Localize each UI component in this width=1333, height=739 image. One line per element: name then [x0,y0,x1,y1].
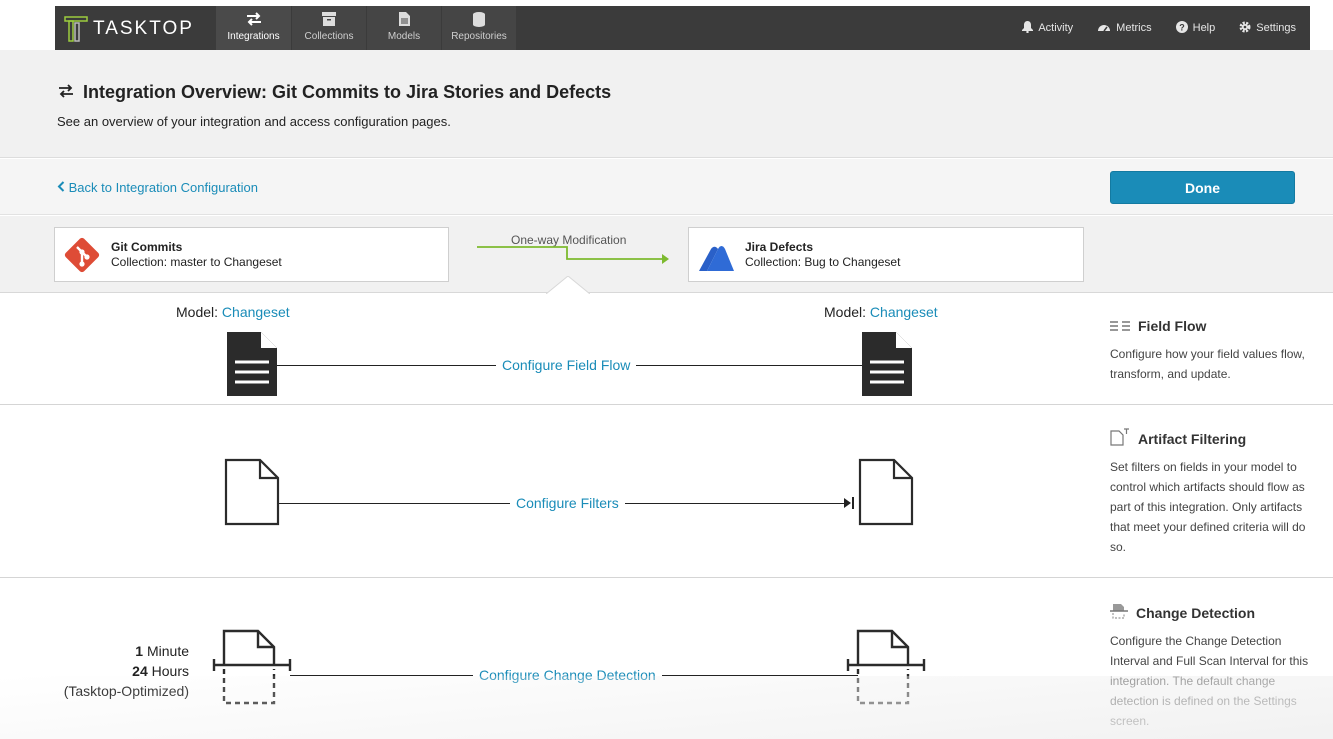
interval-unit: Minute [146,643,189,659]
tasktop-logo[interactable]: TASKTOP [63,14,194,44]
artifact-filtering-section: Configure Filters Artifact Filtering Set… [0,406,1333,578]
nav-item-integrations[interactable]: Integrations [216,6,291,50]
target-model-label: Model: Changeset [824,304,938,320]
nav-label: Models [387,31,421,42]
nav-label: Repositories [451,31,507,42]
nav-metrics-label: Metrics [1116,22,1152,34]
brand-name: TASKTOP [93,18,194,39]
change-detection-title: Change Detection [1110,603,1255,622]
full-scan-value: 24 [132,663,148,679]
action-bar: Back to Integration Configuration Done [0,159,1333,215]
full-scan-interval: 24 Hours [64,661,189,681]
jira-logo-icon [695,234,737,276]
nav-bar: TASKTOP Integrations Collections Models [55,6,1310,50]
done-button[interactable]: Done [1110,171,1295,204]
nav-settings[interactable]: Settings [1239,21,1296,36]
page-title-text: Integration Overview: Git Commits to Jir… [83,82,612,102]
source-collection-name: Git Commits [111,240,183,254]
target-collection-desc: Collection: Bug to Changeset [745,255,901,269]
page-header: Integration Overview: Git Commits to Jir… [0,50,1333,158]
source-collection-card[interactable]: Git Commits Collection: master to Change… [54,227,449,282]
target-collection-card[interactable]: Jira Defects Collection: Bug to Changese… [688,227,1084,282]
target-collection-text: Jira Defects Collection: Bug to Changese… [745,240,900,269]
main-nav: Integrations Collections Models Reposito… [216,6,516,50]
back-to-configuration-link[interactable]: Back to Integration Configuration [57,180,258,195]
nav-settings-label: Settings [1256,22,1296,34]
document-icon [398,10,410,28]
filter-gate-icon [844,497,854,509]
arrows-exchange-icon [245,10,263,28]
field-flow-section: Model: Changeset Model: Changeset Config… [0,294,1333,405]
page-subtitle: See an overview of your integration and … [57,114,451,129]
source-collection-text: Git Commits Collection: master to Change… [111,240,282,269]
field-flow-description: Configure how your field values flow, tr… [1110,347,1305,381]
target-scan-document-icon [846,629,926,705]
source-model-label: Model: Changeset [176,304,290,320]
source-filter-document-icon [224,458,280,526]
full-scan-unit: Hours [151,663,189,679]
change-detection-description: Configure the Change Detection Interval … [1110,634,1309,728]
change-detection-intervals: 1 Minute 24 Hours (Tasktop-Optimized) [64,641,189,701]
gauge-icon [1097,22,1111,35]
change-detection-interval: 1 Minute [64,641,189,661]
top-nav: TASKTOP Integrations Collections Models [0,0,1333,50]
database-icon [473,10,485,28]
bell-icon [1022,20,1034,36]
target-filter-document-icon [858,458,914,526]
nav-activity-label: Activity [1038,22,1074,34]
collections-strip: Git Commits Collection: master to Change… [0,216,1333,293]
svg-text:?: ? [1179,22,1185,32]
back-link-label: Back to Integration Configuration [68,180,258,195]
nav-help-label: Help [1192,22,1216,34]
archive-box-icon [322,10,336,28]
nav-item-models[interactable]: Models [366,6,441,50]
target-collection-name: Jira Defects [745,240,814,254]
git-logo-icon [61,234,103,276]
artifact-filtering-title-text: Artifact Filtering [1138,430,1247,447]
page-title: Integration Overview: Git Commits to Jir… [57,82,611,103]
nav-metrics[interactable]: Metrics [1097,22,1152,35]
interval-value: 1 [135,643,144,659]
nav-help[interactable]: ? Help [1175,20,1216,36]
source-collection-desc: Collection: master to Changeset [111,255,282,269]
one-way-arrow-icon [477,246,669,264]
nav-right: Activity Metrics ? Help Settings [1022,6,1296,50]
model-prefix: Model: [176,304,219,320]
field-flow-title-text: Field Flow [1138,318,1207,334]
artifact-filter-icon [1110,428,1130,449]
configure-change-detection-link[interactable]: Configure Change Detection [473,667,662,683]
artifact-filtering-description: Set filters on fields in your model to c… [1110,460,1306,554]
change-detection-section: 1 Minute 24 Hours (Tasktop-Optimized) Co… [0,579,1333,739]
source-document-icon [227,332,277,396]
target-document-icon [862,332,912,396]
gear-icon [1239,21,1251,36]
source-model-link[interactable]: Changeset [222,304,290,320]
nav-item-collections[interactable]: Collections [291,6,366,50]
nav-activity[interactable]: Activity [1022,20,1074,36]
field-flow-title: Field Flow [1110,318,1206,334]
change-detection-icon [1110,603,1128,622]
target-model-link[interactable]: Changeset [870,304,938,320]
configure-filters-link[interactable]: Configure Filters [510,495,625,511]
optimized-note: (Tasktop-Optimized) [63,683,189,699]
chevron-left-icon [57,180,69,195]
nav-label: Integrations [227,31,280,42]
source-scan-document-icon [212,629,292,705]
nav-item-repositories[interactable]: Repositories [441,6,516,50]
tasktop-logo-icon [64,16,88,42]
section-pointer [546,276,590,294]
arrows-exchange-icon [57,82,75,103]
nav-label: Collections [304,31,354,42]
question-circle-icon: ? [1175,20,1188,36]
model-prefix: Model: [824,304,867,320]
configure-field-flow-link[interactable]: Configure Field Flow [496,357,637,373]
artifact-filtering-title: Artifact Filtering [1110,428,1246,449]
field-flow-icon [1110,318,1130,334]
change-detection-title-text: Change Detection [1136,604,1256,621]
